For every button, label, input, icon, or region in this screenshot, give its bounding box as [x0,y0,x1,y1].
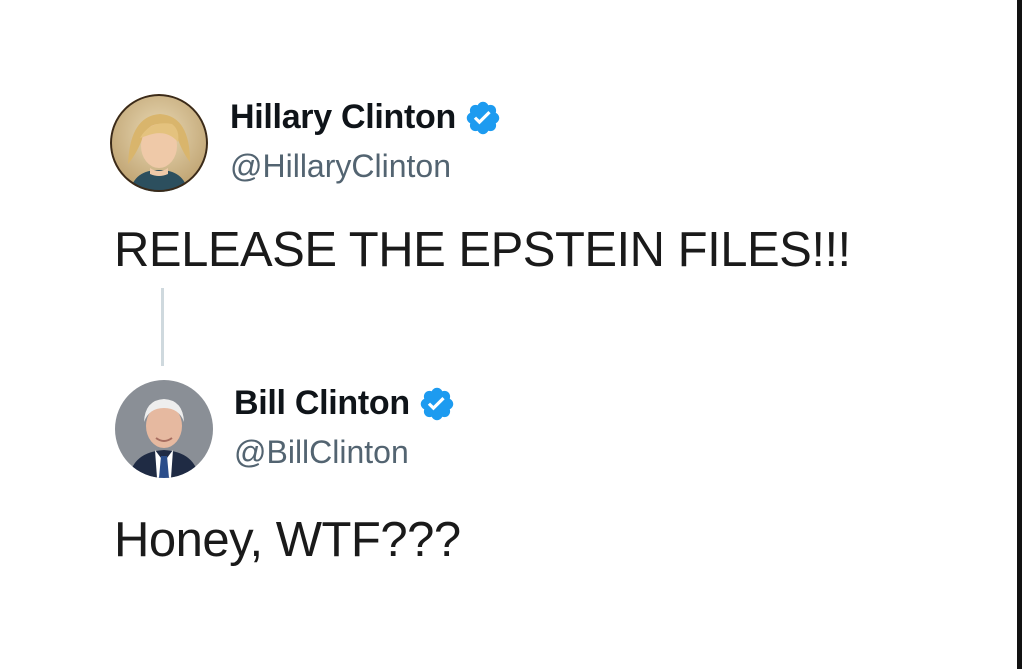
author-handle[interactable]: @HillaryClinton [230,148,451,185]
author-name[interactable]: Bill Clinton [234,384,456,423]
tweet-text: RELEASE THE EPSTEIN FILES!!! [114,223,851,277]
author-handle[interactable]: @BillClinton [234,434,409,471]
verified-badge-icon [464,99,502,137]
author-name-text[interactable]: Bill Clinton [234,384,410,423]
tweet-text: Honey, WTF??? [114,513,461,567]
avatar-bill[interactable] [115,380,213,478]
author-name-text[interactable]: Hillary Clinton [230,98,456,137]
verified-badge-icon [418,385,456,423]
avatar-hillary[interactable] [110,94,208,192]
screen-edge [1017,0,1022,669]
thread-connector [161,288,164,366]
author-name[interactable]: Hillary Clinton [230,98,502,137]
